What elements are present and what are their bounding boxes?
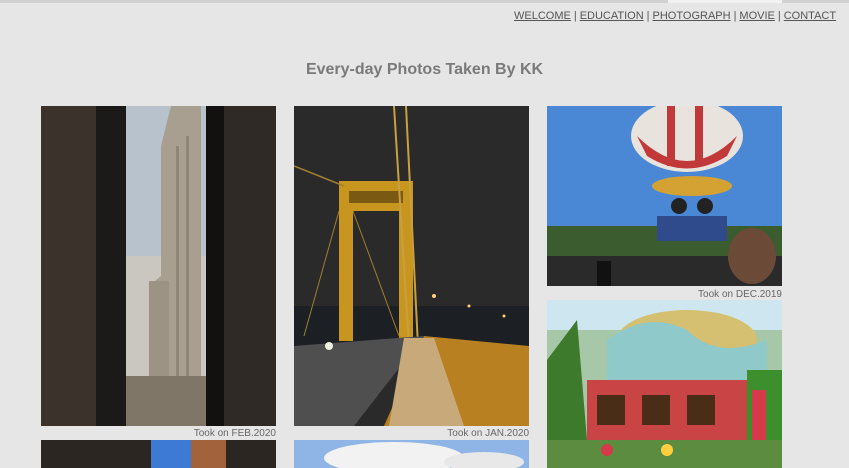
top-bar-highlight [668,0,782,3]
photo-sky-partial-image [294,440,529,468]
photo-cathedral-image [41,106,276,426]
photo-sky-partial[interactable] [294,440,529,468]
photo-whoville-image [547,300,782,468]
page-title: Every-day Photos Taken By KK [305,61,544,78]
photo-bridge-image [294,106,529,426]
top-nav: WELCOME | EDUCATION | PHOTOGRAPH | MOVIE | CONTA… [514,10,836,22]
photo-balloon-image [547,106,782,286]
nav-link-education[interactable]: EDUCATION [580,10,644,22]
nav-separator: | [777,10,781,22]
photo-bridge-caption: Took on JAN.2020 [447,428,529,439]
photo-cathedral[interactable] [41,106,276,426]
nav-link-movie[interactable]: MOVIE [739,10,774,22]
nav-link-contact[interactable]: CONTACT [784,10,836,22]
photo-bridge[interactable] [294,106,529,426]
nav-separator: | [573,10,577,22]
nav-link-welcome[interactable]: WELCOME [514,10,571,22]
photo-balloon[interactable] [547,106,782,286]
nav-separator: | [646,10,650,22]
photo-cathedral-caption: Took on FEB.2020 [193,428,276,439]
photo-building-partial-image [41,440,276,468]
photo-building-partial[interactable] [41,440,276,468]
photo-balloon-caption: Took on DEC.2019 [698,289,782,300]
photo-whoville[interactable] [547,300,782,468]
nav-link-photograph[interactable]: PHOTOGRAPH [653,10,731,22]
